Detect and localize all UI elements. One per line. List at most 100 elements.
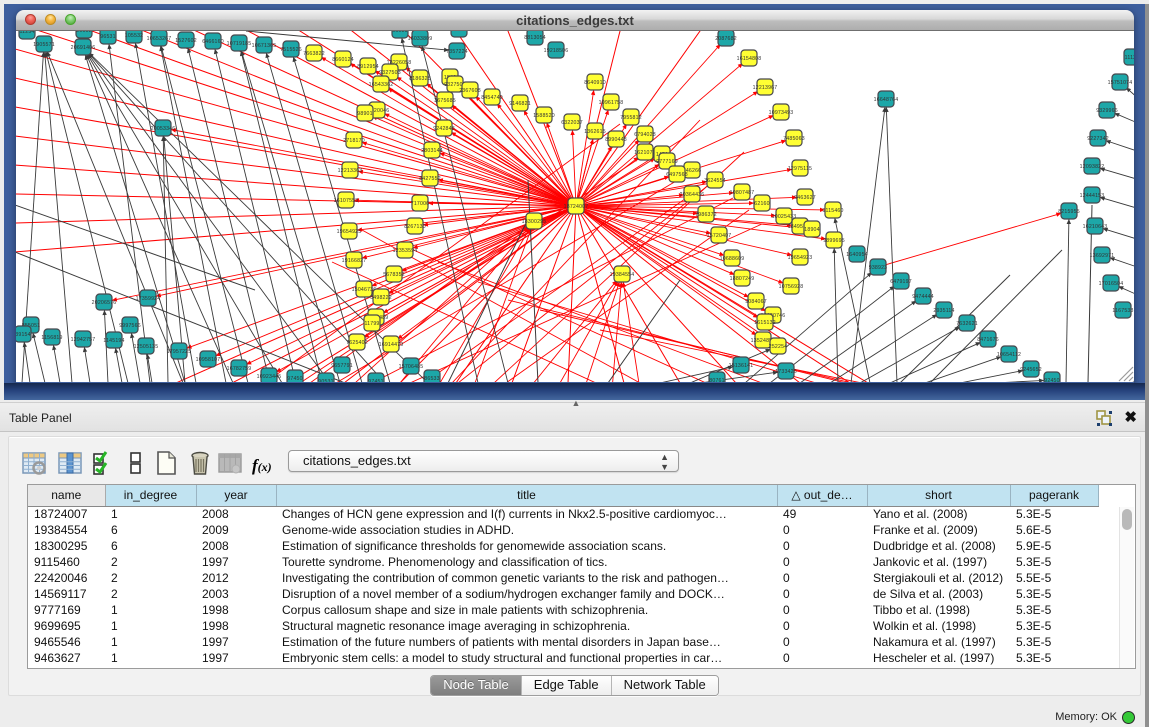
svg-text:8471676: 8471676 [977, 337, 999, 343]
svg-text:1733426: 1733426 [775, 369, 797, 375]
svg-text:16107553: 16107553 [334, 198, 359, 204]
svg-text:9997566: 9997566 [119, 323, 141, 329]
svg-text:13692971: 13692971 [1090, 253, 1115, 259]
svg-text:6497568: 6497568 [666, 172, 688, 178]
svg-text:5678352: 5678352 [383, 272, 405, 278]
svg-text:7357224: 7357224 [446, 49, 468, 55]
svg-text:10688609: 10688609 [720, 256, 745, 262]
svg-text:19384554: 19384554 [610, 272, 635, 278]
svg-text:8427552: 8427552 [419, 176, 441, 182]
svg-text:16782759: 16782759 [227, 366, 252, 372]
svg-text:9115460: 9115460 [822, 208, 843, 214]
svg-text:12444153: 12444153 [1080, 193, 1105, 199]
svg-text:11799: 11799 [364, 321, 379, 327]
svg-text:8454749: 8454749 [481, 95, 503, 101]
svg-text:10958107: 10958107 [196, 357, 221, 363]
svg-text:9146821: 9146821 [509, 101, 531, 107]
svg-text:20691406: 20691406 [71, 45, 96, 51]
svg-text:98901: 98901 [357, 111, 372, 117]
svg-text:7632621: 7632621 [956, 321, 978, 327]
svg-text:39154: 39154 [16, 332, 31, 338]
svg-text:10653267: 10653267 [147, 36, 172, 42]
svg-text:10973493: 10973493 [769, 110, 794, 116]
svg-text:6479197: 6479197 [890, 279, 912, 285]
svg-text:15706485: 15706485 [399, 364, 424, 370]
svg-text:19218506: 19218506 [544, 48, 569, 54]
svg-text:20053346: 20053346 [151, 126, 176, 132]
svg-text:717006: 717006 [411, 201, 430, 207]
svg-text:9327503: 9327503 [379, 70, 401, 76]
svg-text:8660124: 8660124 [332, 57, 354, 63]
svg-text:12505135: 12505135 [134, 344, 159, 350]
svg-text:938923: 938923 [869, 265, 888, 271]
svg-text:2718170: 2718170 [343, 138, 365, 144]
svg-text:3498222: 3498222 [370, 295, 392, 301]
svg-text:1156819: 1156819 [41, 335, 62, 341]
svg-text:90531: 90531 [318, 379, 333, 382]
svg-text:9084067: 9084067 [745, 299, 767, 305]
svg-text:16543362: 16543362 [369, 82, 394, 88]
svg-text:10719185: 10719185 [227, 41, 252, 47]
svg-text:11254: 11254 [19, 31, 34, 35]
svg-text:8186328: 8186328 [409, 76, 431, 82]
svg-text:6794028: 6794028 [634, 132, 656, 138]
svg-text:10807487: 10807487 [730, 190, 755, 196]
svg-text:80761: 80761 [709, 378, 724, 382]
svg-text:62160: 62160 [754, 201, 769, 207]
svg-text:80331: 80331 [451, 31, 466, 33]
svg-text:10671365: 10671365 [252, 43, 277, 49]
svg-text:8215955: 8215955 [1058, 209, 1080, 215]
svg-text:19654923: 19654923 [788, 255, 813, 261]
svg-text:16914479: 16914479 [379, 342, 404, 348]
svg-text:105532: 105532 [125, 33, 144, 39]
svg-text:12942757: 12942757 [71, 337, 96, 343]
svg-text:7955812: 7955812 [620, 115, 642, 121]
svg-text:10654112: 10654112 [997, 352, 1021, 358]
svg-text:97451: 97451 [368, 379, 383, 382]
svg-text:9245652: 9245652 [1020, 367, 1042, 373]
svg-text:20092: 20092 [76, 31, 91, 34]
svg-text:7986372: 7986372 [695, 212, 717, 218]
svg-text:8912954: 8912954 [357, 64, 379, 70]
svg-text:252254: 252254 [769, 344, 788, 350]
svg-text:16154808: 16154808 [737, 56, 762, 62]
svg-text:16648764: 16648764 [874, 97, 899, 103]
svg-text:2367608: 2367608 [459, 88, 481, 94]
svg-text:15751074: 15751074 [1108, 80, 1133, 86]
svg-text:6466160: 6466160 [202, 39, 224, 45]
svg-text:17359924: 17359924 [136, 296, 161, 302]
svg-text:9329966: 9329966 [1096, 108, 1118, 114]
svg-text:9242848: 9242848 [433, 126, 455, 132]
svg-text:20206576: 20206576 [92, 300, 117, 306]
svg-text:20364436: 20364436 [680, 192, 705, 198]
svg-text:18807249: 18807249 [730, 276, 755, 282]
svg-text:2935114: 2935114 [933, 308, 954, 314]
svg-text:3624554: 3624554 [704, 178, 726, 184]
svg-text:15720407: 15720407 [707, 233, 732, 239]
svg-text:97450: 97450 [287, 376, 302, 382]
svg-text:9657791: 9657791 [331, 363, 353, 369]
svg-text:8990448: 8990448 [605, 137, 627, 143]
svg-text:8813054: 8813054 [524, 35, 546, 41]
svg-text:7515526: 7515526 [280, 47, 302, 53]
svg-text:17957225: 17957225 [167, 349, 192, 355]
svg-text:1615132: 1615132 [754, 320, 776, 326]
svg-text:12093822: 12093822 [1080, 164, 1105, 170]
svg-text:18904: 18904 [804, 227, 819, 233]
svg-text:9463627: 9463627 [794, 195, 816, 201]
svg-text:19166827: 19166827 [342, 258, 367, 264]
svg-text:1527602: 1527602 [175, 38, 197, 44]
svg-text:1905571: 1905571 [33, 42, 55, 48]
svg-text:7625402: 7625402 [346, 340, 368, 346]
svg-text:3675685: 3675685 [434, 98, 456, 104]
svg-text:92450: 92450 [1044, 378, 1059, 382]
svg-text:2087682: 2087682 [715, 36, 737, 42]
svg-text:9899695: 9899695 [823, 238, 845, 244]
svg-text:1362615: 1362615 [584, 129, 606, 135]
svg-text:7485063: 7485063 [783, 136, 805, 142]
svg-text:7663822: 7663822 [303, 51, 325, 57]
svg-text:2803144: 2803144 [421, 148, 443, 154]
svg-text:9777169: 9777169 [656, 159, 678, 165]
svg-text:18724007: 18724007 [564, 204, 589, 210]
svg-text:12353594: 12353594 [393, 248, 418, 254]
